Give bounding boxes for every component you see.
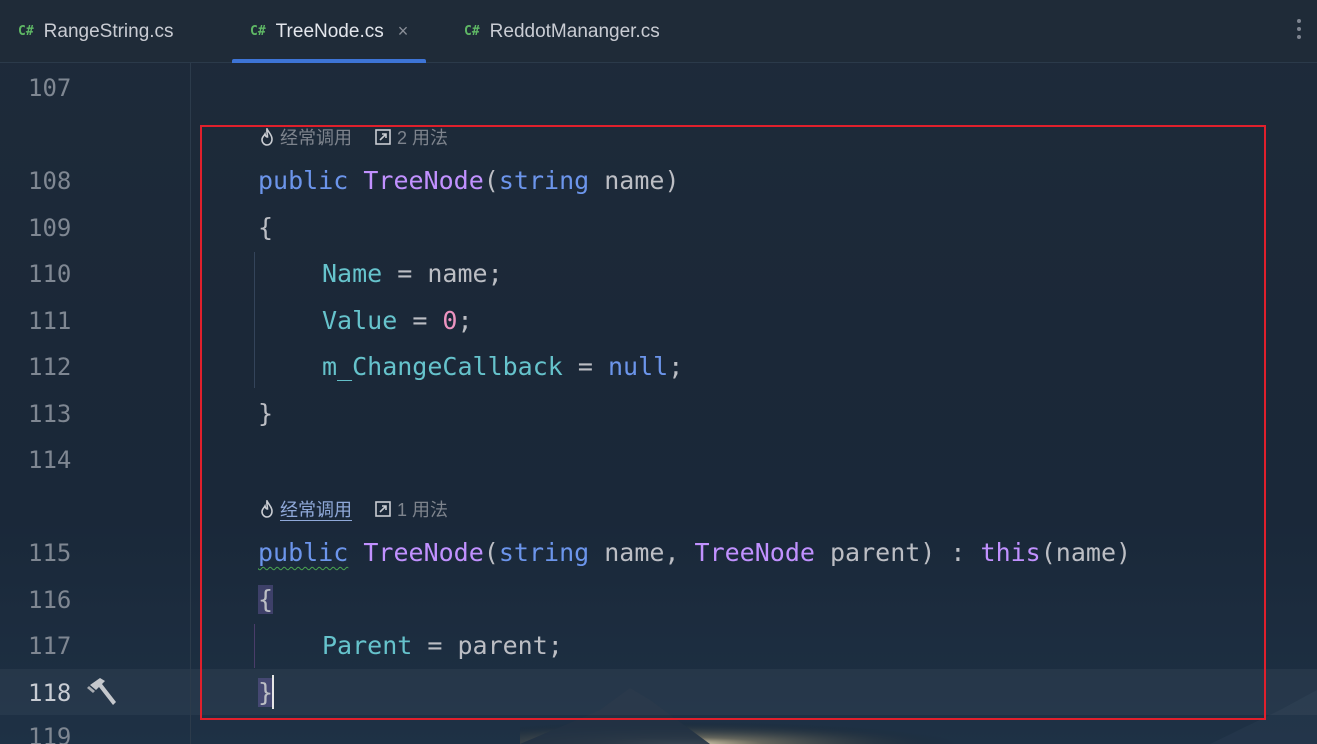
line-number: 108 [28, 167, 72, 195]
hammer-icon[interactable] [86, 676, 120, 708]
number-literal: 0 [442, 306, 458, 335]
field: Name [322, 259, 383, 288]
gutter-separator [190, 63, 191, 744]
usages-count[interactable]: 1 用法 [397, 496, 448, 522]
code-line-112[interactable]: m_ChangeCallback = null; [322, 352, 683, 382]
code-line-117[interactable]: Parent = parent; [322, 631, 563, 661]
operator: = [562, 352, 608, 381]
line-number: 107 [28, 74, 72, 102]
punctuation: ; [668, 352, 684, 381]
line-number: 115 [28, 539, 72, 567]
tab-reddotmananger[interactable]: C# ReddotMananger.cs [464, 0, 660, 63]
tab-label: TreeNode.cs [275, 20, 384, 42]
flame-icon [261, 128, 273, 146]
matching-brace: } [258, 678, 274, 707]
keyword: string [498, 166, 590, 195]
code-line-116[interactable]: { [258, 585, 274, 615]
keyword: string [498, 538, 590, 567]
usages-link-icon [375, 129, 391, 145]
line-number: 112 [28, 353, 72, 381]
line-number-current: 118 [28, 679, 72, 707]
operator: = [397, 306, 443, 335]
keyword: null [607, 352, 669, 381]
code-vision-hint[interactable]: 经常调用 2 用法 [260, 124, 448, 150]
field: m_ChangeCallback [322, 352, 563, 381]
tab-rangestring[interactable]: C# RangeString.cs [18, 0, 174, 63]
code-line-111[interactable]: Value = 0; [322, 306, 473, 336]
code-line-109[interactable]: { [258, 213, 273, 243]
code-line-110[interactable]: Name = name; [322, 259, 503, 289]
statement-rest: = parent; [412, 631, 563, 660]
keyword-this: this [980, 538, 1041, 567]
frequent-call-label[interactable]: 经常调用 [280, 124, 352, 150]
indent-guide [254, 252, 255, 388]
punctuation: ) [664, 166, 680, 195]
frequent-call-link[interactable]: 经常调用 [280, 496, 352, 522]
parameter: name [589, 166, 665, 195]
line-number: 119 [28, 723, 72, 744]
usages-link-icon [375, 501, 391, 517]
line-number: 109 [28, 214, 72, 242]
line-number: 117 [28, 632, 72, 660]
flame-icon [261, 500, 273, 518]
punctuation: ; [457, 306, 473, 335]
line-number: 113 [28, 400, 72, 428]
punctuation: ( [483, 538, 499, 567]
line-number: 116 [28, 586, 72, 614]
tab-label: RangeString.cs [43, 20, 174, 42]
parameter: parent) : [814, 538, 981, 567]
keyword: public [258, 166, 349, 195]
punctuation: ( [483, 166, 499, 195]
usages-count[interactable]: 2 用法 [397, 124, 448, 150]
keyword: public [258, 538, 349, 567]
statement-rest: (name) [1040, 538, 1132, 567]
code-line-108[interactable]: public TreeNode(string name) [258, 166, 680, 196]
line-number: 114 [28, 446, 72, 474]
code-line-115[interactable]: public TreeNode(string name, TreeNode pa… [258, 538, 1131, 568]
current-line-highlight [0, 669, 1317, 715]
text-caret [272, 675, 274, 709]
field: Value [322, 306, 398, 335]
editor-tab-bar: C# RangeString.cs C# TreeNode.cs × C# Re… [0, 0, 1317, 63]
close-icon[interactable]: × [398, 21, 409, 42]
field: Parent [322, 631, 413, 660]
csharp-file-icon: C# [18, 24, 34, 39]
code-line-113[interactable]: } [258, 399, 273, 429]
csharp-file-icon: C# [464, 24, 480, 39]
code-line-118[interactable]: } [258, 678, 274, 708]
more-options-icon[interactable] [1297, 19, 1303, 41]
constructor-name: TreeNode [363, 166, 484, 195]
csharp-file-icon: C# [250, 24, 266, 39]
constructor-name: TreeNode [363, 538, 484, 567]
matching-brace: { [258, 585, 274, 614]
statement-rest: = name; [382, 259, 503, 288]
parameter: name, [589, 538, 695, 567]
indent-guide [254, 624, 255, 668]
type-name: TreeNode [694, 538, 815, 567]
tab-treenode[interactable]: C# TreeNode.cs × [231, 0, 427, 63]
code-vision-hint[interactable]: 经常调用 1 用法 [260, 496, 448, 522]
line-number: 110 [28, 260, 72, 288]
line-number: 111 [28, 307, 72, 335]
tab-label: ReddotMananger.cs [489, 20, 660, 42]
